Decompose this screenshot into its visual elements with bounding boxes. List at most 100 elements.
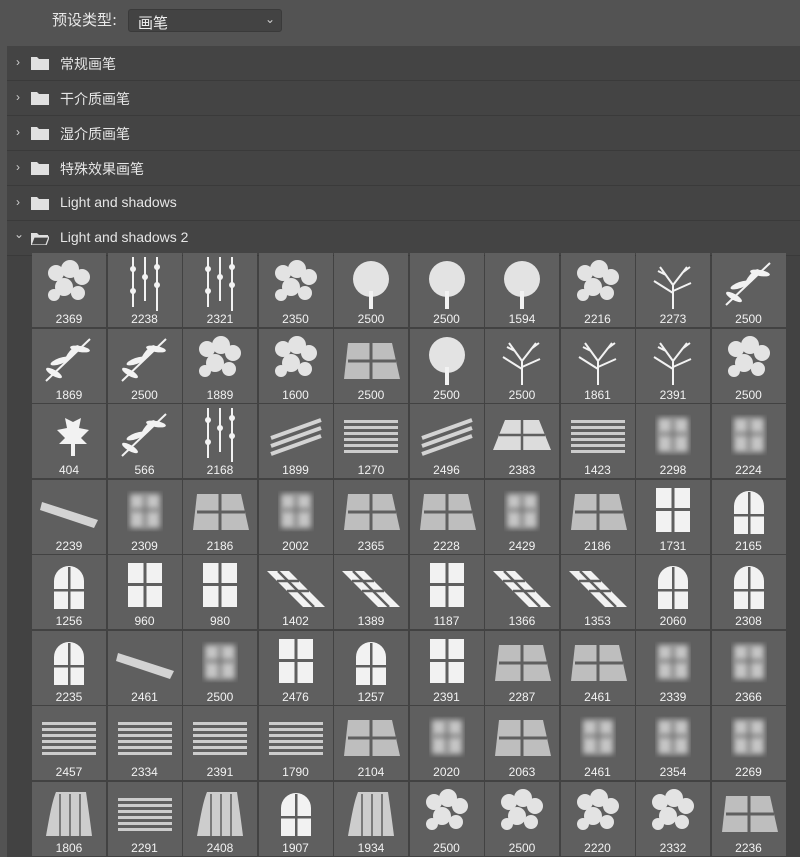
brush-tip-tile[interactable]: 2500 bbox=[711, 253, 786, 327]
brush-tip-tile[interactable]: 1256 bbox=[32, 555, 106, 629]
brush-tip-tile[interactable]: 2291 bbox=[107, 781, 182, 856]
brush-group-row[interactable]: › 特殊效果画笔 bbox=[7, 151, 800, 186]
brush-tip-tile[interactable]: 2332 bbox=[636, 781, 710, 856]
brush-tip-tile[interactable]: 404 bbox=[32, 404, 106, 478]
brush-tip-tile[interactable]: 2321 bbox=[183, 253, 257, 327]
brush-tip-tile[interactable]: 2365 bbox=[334, 479, 408, 554]
brush-tip-tile[interactable]: 2186 bbox=[183, 479, 257, 554]
brush-tip-tile[interactable]: 1790 bbox=[258, 706, 333, 780]
brush-tip-tile[interactable]: 2168 bbox=[183, 404, 257, 478]
brush-tip-tile[interactable]: 2269 bbox=[711, 706, 786, 780]
brush-tip-tile[interactable]: 1731 bbox=[636, 479, 710, 554]
brush-tip-tile[interactable]: 2500 bbox=[485, 328, 559, 403]
brush-tip-tile[interactable]: 980 bbox=[183, 555, 257, 629]
brush-tip-tile[interactable]: 1270 bbox=[334, 404, 408, 478]
brush-tip-tile[interactable]: 2500 bbox=[334, 253, 408, 327]
brush-tip-tile[interactable]: 1402 bbox=[258, 555, 333, 629]
brush-tip-tile[interactable]: 2186 bbox=[560, 479, 635, 554]
brush-tip-tile[interactable]: 2235 bbox=[32, 630, 106, 705]
brush-tip-tile[interactable]: 2063 bbox=[485, 706, 559, 780]
chevron-down-icon[interactable]: ⌄ bbox=[14, 227, 24, 241]
brush-tip-tile[interactable]: 2287 bbox=[485, 630, 559, 705]
brush-tip-tile[interactable]: 1366 bbox=[485, 555, 559, 629]
brush-tip-tile[interactable]: 2165 bbox=[711, 479, 786, 554]
brush-tip-tile[interactable]: 2500 bbox=[485, 781, 559, 856]
brush-tip-tile[interactable]: 2461 bbox=[107, 630, 182, 705]
brush-tip-tile[interactable]: 2366 bbox=[711, 630, 786, 705]
preset-type-dropdown[interactable]: 画笔 ⌄ bbox=[128, 9, 282, 32]
brush-tip-tile[interactable]: 2228 bbox=[409, 479, 484, 554]
brush-tip-tile[interactable]: 2461 bbox=[560, 706, 635, 780]
brush-tip-tile[interactable]: 2239 bbox=[32, 479, 106, 554]
brush-group-row[interactable]: › 湿介质画笔 bbox=[7, 116, 800, 151]
brush-tip-tile[interactable]: 960 bbox=[107, 555, 182, 629]
brush-tip-tile[interactable]: 1869 bbox=[32, 328, 106, 403]
brush-tip-tile[interactable]: 2500 bbox=[409, 253, 484, 327]
brush-tip-tile[interactable]: 2500 bbox=[409, 328, 484, 403]
brush-tip-tile[interactable]: 2369 bbox=[32, 253, 106, 327]
brush-tip-tile[interactable]: 2500 bbox=[711, 328, 786, 403]
brush-tip-tile[interactable]: 2500 bbox=[183, 630, 257, 705]
brush-tip-tile[interactable]: 1389 bbox=[334, 555, 408, 629]
brush-tip-tile[interactable]: 1353 bbox=[560, 555, 635, 629]
brush-tip-tile[interactable]: 2224 bbox=[711, 404, 786, 478]
brush-tip-tile[interactable]: 2002 bbox=[258, 479, 333, 554]
brush-tip-tile[interactable]: 1899 bbox=[258, 404, 333, 478]
brush-tip-tile[interactable]: 1861 bbox=[560, 328, 635, 403]
brush-tip-tile[interactable]: 2339 bbox=[636, 630, 710, 705]
brush-tip-tile[interactable]: 1600 bbox=[258, 328, 333, 403]
brush-tip-tile[interactable]: 1889 bbox=[183, 328, 257, 403]
brush-tip-tile[interactable]: 2020 bbox=[409, 706, 484, 780]
brush-tip-tile[interactable]: 2476 bbox=[258, 630, 333, 705]
brush-tip-tile[interactable]: 2060 bbox=[636, 555, 710, 629]
brush-tip-tile[interactable]: 2238 bbox=[107, 253, 182, 327]
brush-tip-tile[interactable]: 2354 bbox=[636, 706, 710, 780]
arched-window-icon bbox=[658, 566, 688, 609]
brush-tip-tile[interactable]: 2408 bbox=[183, 781, 257, 856]
folder-icon bbox=[31, 127, 49, 140]
brush-tip-tile[interactable]: 566 bbox=[107, 404, 182, 478]
brush-tip-tile[interactable]: 1594 bbox=[485, 253, 559, 327]
brush-tip-tile[interactable]: 1907 bbox=[258, 781, 333, 856]
brush-tip-tile[interactable]: 2500 bbox=[409, 781, 484, 856]
brush-tip-tile[interactable]: 2220 bbox=[560, 781, 635, 856]
chevron-right-icon[interactable]: › bbox=[16, 90, 20, 104]
brush-tip-tile[interactable]: 2391 bbox=[183, 706, 257, 780]
brush-group-row[interactable]: › Light and shadows bbox=[7, 186, 800, 221]
brush-tip-tile[interactable]: 2457 bbox=[32, 706, 106, 780]
brush-tip-tile[interactable]: 2308 bbox=[711, 555, 786, 629]
brush-tip-tile[interactable]: 1423 bbox=[560, 404, 635, 478]
brush-tip-tile[interactable]: 2461 bbox=[560, 630, 635, 705]
brush-tip-tile[interactable]: 1934 bbox=[334, 781, 408, 856]
brush-tip-tile[interactable]: 2216 bbox=[560, 253, 635, 327]
chevron-right-icon[interactable]: › bbox=[16, 125, 20, 139]
brush-tip-tile[interactable]: 2298 bbox=[636, 404, 710, 478]
brush-size-label: 2500 bbox=[433, 312, 460, 326]
brush-tip-tile[interactable]: 2236 bbox=[711, 781, 786, 856]
brush-tip-tile[interactable]: 2350 bbox=[258, 253, 333, 327]
chevron-right-icon[interactable]: › bbox=[16, 195, 20, 209]
window-light-icon bbox=[344, 493, 400, 530]
brush-tip-tile[interactable]: 2334 bbox=[107, 706, 182, 780]
brush-tip-tile[interactable]: 2309 bbox=[107, 479, 182, 554]
brush-tip-tile[interactable]: 1187 bbox=[409, 555, 484, 629]
window-blur-icon bbox=[658, 644, 688, 679]
brush-group-row[interactable]: ⌄ Light and shadows 2 bbox=[7, 221, 800, 256]
brush-tip-tile[interactable]: 1806 bbox=[32, 781, 106, 856]
brush-group-row[interactable]: › 常规画笔 bbox=[7, 46, 800, 81]
brush-size-label: 1899 bbox=[282, 463, 309, 477]
brush-size-label: 2269 bbox=[735, 765, 762, 779]
brush-tip-tile[interactable]: 2273 bbox=[636, 253, 710, 327]
brush-tip-tile[interactable]: 2383 bbox=[485, 404, 559, 478]
chevron-right-icon[interactable]: › bbox=[16, 160, 20, 174]
brush-tip-tile[interactable]: 2496 bbox=[409, 404, 484, 478]
brush-tip-tile[interactable]: 2500 bbox=[107, 328, 182, 403]
brush-tip-tile[interactable]: 2391 bbox=[409, 630, 484, 705]
brush-group-row[interactable]: › 干介质画笔 bbox=[7, 81, 800, 116]
chevron-right-icon[interactable]: › bbox=[16, 55, 20, 69]
brush-tip-tile[interactable]: 2104 bbox=[334, 706, 408, 780]
brush-tip-tile[interactable]: 1257 bbox=[334, 630, 408, 705]
brush-tip-tile[interactable]: 2500 bbox=[334, 328, 408, 403]
brush-tip-tile[interactable]: 2391 bbox=[636, 328, 710, 403]
brush-tip-tile[interactable]: 2429 bbox=[485, 479, 559, 554]
